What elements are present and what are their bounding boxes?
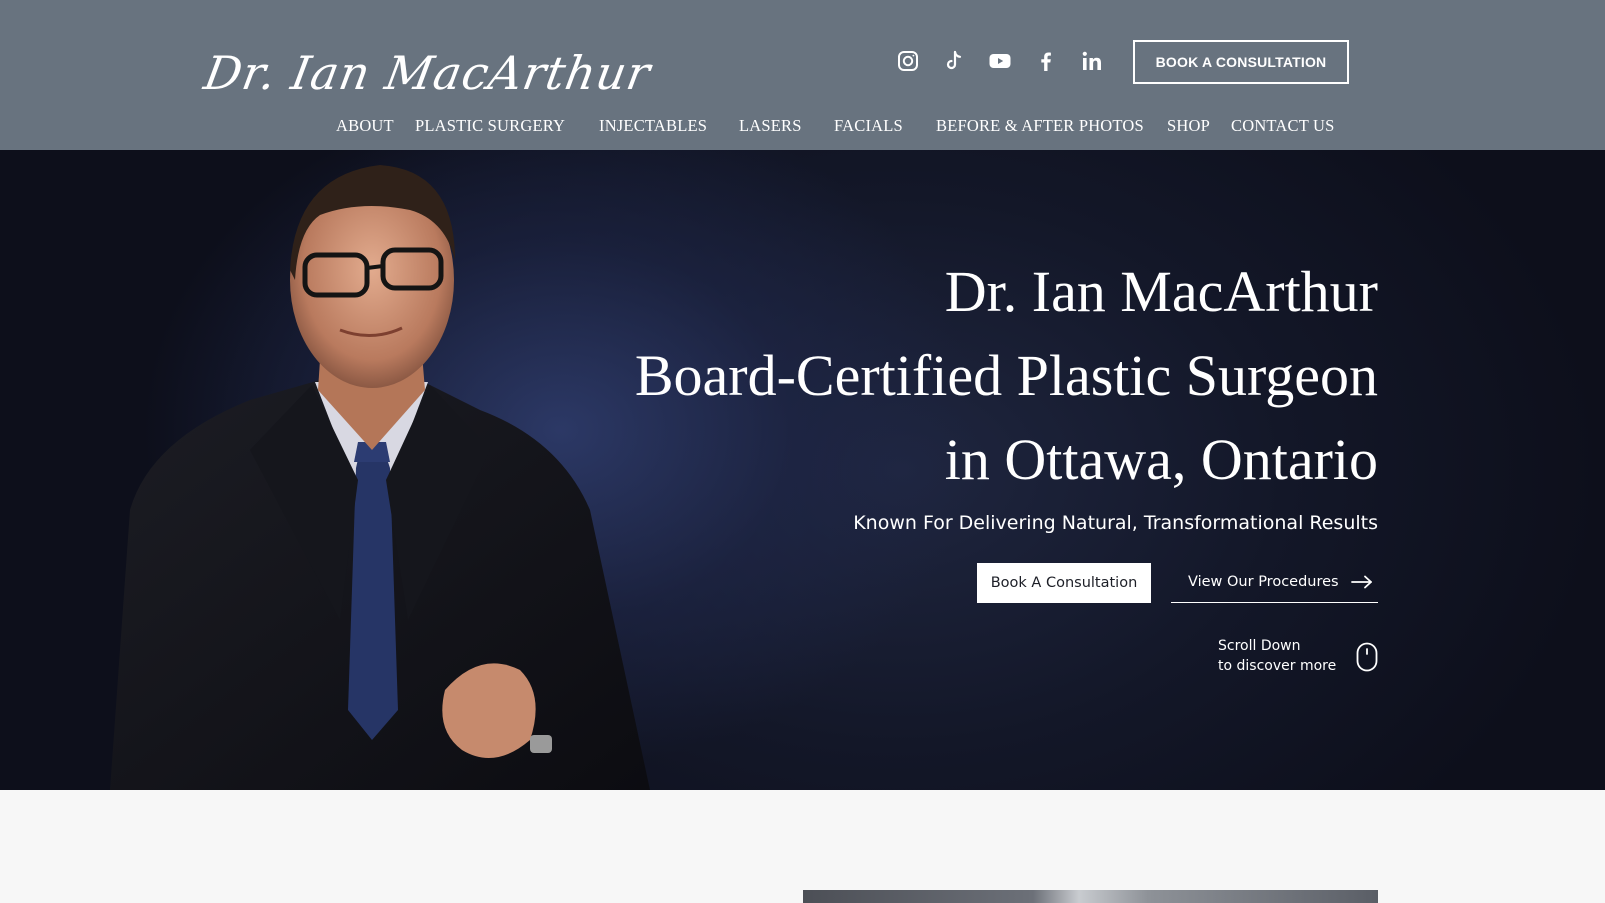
content-section (0, 790, 1605, 903)
scroll-line-2: to discover more (1218, 658, 1337, 674)
view-procedures-link[interactable]: View Our Procedures (1171, 562, 1378, 603)
hero-section: Dr. Ian MacArthur Board-Certified Plasti… (0, 150, 1605, 790)
instagram-icon[interactable] (895, 48, 921, 74)
hero-book-consultation-button[interactable]: Book A Consultation (977, 563, 1151, 603)
nav-before-after[interactable]: BEFORE & AFTER PHOTOS (936, 116, 1144, 136)
nav-shop[interactable]: SHOP (1167, 116, 1210, 136)
book-consultation-button[interactable]: BOOK A CONSULTATION (1133, 40, 1349, 84)
youtube-icon[interactable] (987, 48, 1013, 74)
view-procedures-label: View Our Procedures (1188, 574, 1339, 590)
social-links (895, 48, 1105, 74)
arrow-right-icon (1350, 575, 1372, 589)
nav-contact[interactable]: CONTACT US (1231, 116, 1335, 136)
nav-plastic-surgery[interactable]: PLASTIC SURGERY (415, 116, 565, 136)
section-image (803, 890, 1378, 903)
hero-title-line-1: Dr. Ian MacArthur (944, 259, 1378, 324)
logo-text: Dr. Ian MacArthur (200, 46, 655, 100)
nav-lasers[interactable]: LASERS (739, 116, 802, 136)
mouse-icon (1356, 642, 1378, 672)
hero-subtitle: Known For Delivering Natural, Transforma… (853, 512, 1378, 534)
scroll-down-hint[interactable]: Scroll Down to discover more (1218, 636, 1336, 676)
logo[interactable]: Dr. Ian MacArthur (200, 40, 655, 110)
nav-facials[interactable]: FACIALS (834, 116, 903, 136)
site-header: Dr. Ian MacArthur BOOK A CONSULTATION AB… (0, 0, 1605, 150)
tiktok-icon[interactable] (941, 48, 967, 74)
linkedin-icon[interactable] (1079, 48, 1105, 74)
nav-about[interactable]: ABOUT (336, 116, 394, 136)
hero-title-line-3: in Ottawa, Ontario (944, 427, 1378, 492)
hero-title-line-2: Board-Certified Plastic Surgeon (634, 343, 1378, 408)
facebook-icon[interactable] (1033, 48, 1059, 74)
hero-heading: Dr. Ian MacArthur Board-Certified Plasti… (578, 250, 1378, 502)
nav-injectables[interactable]: INJECTABLES (599, 116, 707, 136)
scroll-line-1: Scroll Down (1218, 638, 1301, 654)
